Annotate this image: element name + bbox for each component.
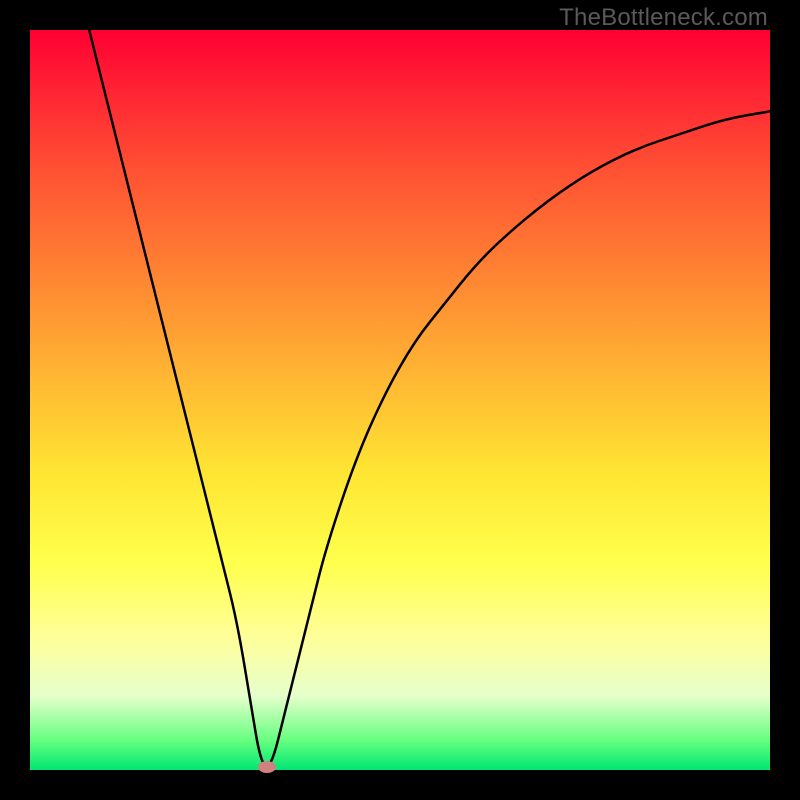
watermark-text: TheBottleneck.com [559, 4, 768, 32]
chart-container: TheBottleneck.com [0, 0, 800, 800]
plot-area [30, 30, 770, 770]
bottleneck-curve [30, 30, 770, 770]
minimum-marker [258, 761, 276, 773]
